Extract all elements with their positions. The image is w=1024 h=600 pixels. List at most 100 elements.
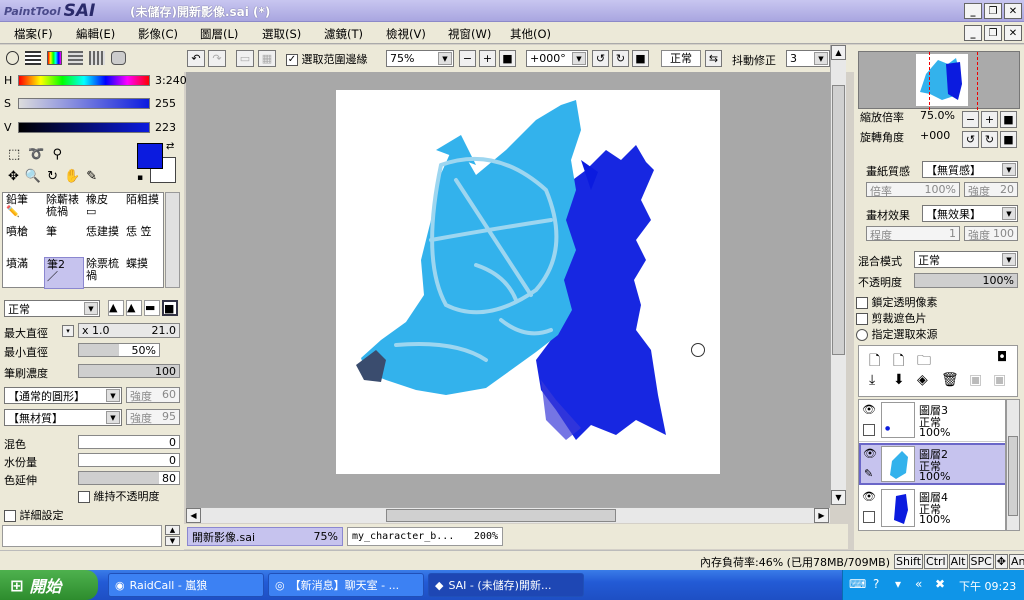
keyboard-icon[interactable]: ⌨ <box>849 577 866 591</box>
hscroll-right[interactable]: ▶ <box>814 508 829 523</box>
hscroll-thumb[interactable] <box>386 509 616 522</box>
menu-image[interactable]: 影像(C) <box>138 26 178 42</box>
layer-row[interactable]: 👁 圖層4 正常 100% <box>859 487 1005 530</box>
menu-select[interactable]: 選取(S) <box>262 26 301 42</box>
hscroll-left[interactable]: ◀ <box>186 508 201 523</box>
paper-scale-slider[interactable]: 倍率 100% <box>866 182 960 198</box>
help-icon[interactable]: ? <box>873 577 879 591</box>
deselect-button[interactable]: ▭ <box>236 50 254 67</box>
hsv-slider-icon[interactable] <box>46 51 63 65</box>
primary-color-swatch[interactable] <box>137 143 163 169</box>
canvas-hscrollbar[interactable]: ◀ ▶ <box>186 507 830 523</box>
expand-tray-icon[interactable]: « <box>915 577 922 591</box>
paper-texture-select[interactable]: 【無質感】 ▼ <box>922 161 1018 178</box>
presets-scroll-up[interactable]: ▲ <box>165 525 180 535</box>
network-icon[interactable]: ✖ <box>935 577 945 591</box>
doc-close-button[interactable]: ✕ <box>1004 25 1022 41</box>
nav-rotate-reset-button[interactable]: ■ <box>1000 131 1017 148</box>
maximize-button[interactable]: ❐ <box>984 3 1002 19</box>
delete-layer-icon[interactable]: 🗑 <box>941 372 959 388</box>
edge-preset-3-icon[interactable]: ▬ <box>144 300 160 316</box>
blend-slider[interactable]: 0 <box>78 435 180 449</box>
close-button[interactable]: ✕ <box>1004 3 1022 19</box>
paper-strength-slider[interactable]: 強度 20 <box>964 182 1018 198</box>
edge-preset-4-icon[interactable]: ■ <box>162 300 178 316</box>
vscroll-down[interactable]: ▼ <box>831 490 846 505</box>
zoom-in-button[interactable]: + <box>479 50 496 67</box>
menu-filter[interactable]: 濾鏡(T) <box>324 26 363 42</box>
canvas-blend-mode[interactable]: 正常 <box>661 50 701 67</box>
new-folder-icon[interactable]: 🗀 <box>917 350 931 374</box>
rotate-right-button[interactable]: ↻ <box>612 50 629 67</box>
effect-strength-slider[interactable]: 強度 100 <box>964 226 1018 242</box>
brush-size-presets[interactable] <box>2 525 162 547</box>
navigator-preview[interactable] <box>858 51 1020 110</box>
density-slider[interactable]: 100 <box>78 364 180 378</box>
edge-preset-1-icon[interactable]: ▲ <box>108 300 124 316</box>
size-multiplier-dropdown[interactable]: ▾ <box>62 325 74 337</box>
tray-arrow-icon[interactable]: ▾ <box>895 577 901 591</box>
canvas-vscrollbar[interactable]: ▲ ▼ <box>830 45 846 505</box>
saturation-slider[interactable] <box>18 98 150 109</box>
presets-scroll-down[interactable]: ▼ <box>165 536 180 546</box>
menu-view[interactable]: 檢視(V) <box>386 26 426 42</box>
brush-mode-select[interactable]: 正常 ▼ <box>4 300 100 317</box>
menu-file[interactable]: 檔案(F) <box>14 26 53 42</box>
merge-down-icon[interactable]: ⬇ <box>893 372 905 388</box>
lock-transparency-checkbox[interactable]: 鎖定透明像素 <box>856 294 938 310</box>
new-layer-icon[interactable]: 🗋 <box>869 350 880 374</box>
zoom-icon[interactable]: 🔍 <box>25 169 41 184</box>
menu-window[interactable]: 視窗(W) <box>448 26 491 42</box>
effect-width-slider[interactable]: 程度 1 <box>866 226 960 242</box>
canvas-viewport[interactable] <box>186 72 830 508</box>
doc-minimize-button[interactable]: _ <box>964 25 982 41</box>
max-size-slider[interactable]: x 1.0 21.0 <box>78 323 180 338</box>
layer-list-scrollbar[interactable] <box>1006 399 1020 531</box>
swap-colors-icon[interactable]: ⇄ <box>166 141 174 152</box>
swatch-icon[interactable] <box>68 51 84 65</box>
layer-lock-icon[interactable] <box>863 424 875 436</box>
visibility-eye-icon[interactable]: 👁 <box>862 403 876 416</box>
edge-preset-2-icon[interactable]: ▲ <box>126 300 142 316</box>
selection-edge-checkbox[interactable]: ✓ 選取范圍邊緣 <box>286 51 368 67</box>
hand-icon[interactable]: ✋ <box>64 169 80 184</box>
nav-rotate-right-button[interactable]: ↻ <box>981 131 998 148</box>
transparent-color-icon[interactable]: ▪ <box>137 173 143 183</box>
zoom-out-button[interactable]: − <box>459 50 476 67</box>
vscroll-thumb[interactable] <box>832 85 845 355</box>
mixer-icon[interactable] <box>110 51 126 65</box>
nav-zoom-out-button[interactable]: − <box>962 111 979 128</box>
nav-zoom-reset-button[interactable]: ■ <box>1000 111 1017 128</box>
value-slider[interactable] <box>18 122 150 133</box>
tool-brush[interactable]: 恁 笠 <box>124 225 164 257</box>
tool-pen[interactable]: 筆 <box>44 225 84 257</box>
flip-button[interactable]: ⇆ <box>705 50 722 67</box>
tool-blur[interactable]: 除蘄裱梳禍 <box>44 193 84 225</box>
minimize-button[interactable]: _ <box>964 3 982 19</box>
start-button[interactable]: ⊞ 開始 <box>0 570 98 600</box>
canvas-paper[interactable] <box>336 90 720 474</box>
hue-slider[interactable] <box>18 75 150 86</box>
scratchpad-icon[interactable] <box>89 51 105 65</box>
tool-airbrush[interactable]: 噴槍 <box>4 225 44 257</box>
tool-eraser[interactable]: 橡皮 ▭ <box>84 193 124 225</box>
persistence-slider[interactable]: 80 <box>78 471 180 485</box>
new-linework-layer-icon[interactable]: 🗋 <box>893 350 904 374</box>
invert-selection-button[interactable]: ▦ <box>258 50 276 67</box>
task-chrome[interactable]: ◎ 【新消息】聊天室 - ... <box>268 573 424 597</box>
rgb-slider-icon[interactable] <box>25 51 41 65</box>
tool-blend[interactable]: 蝶摸 <box>124 257 164 289</box>
menu-layer[interactable]: 圖層(L) <box>200 26 238 42</box>
layer-lock-icon[interactable] <box>863 511 875 523</box>
doc-restore-button[interactable]: ❐ <box>984 25 1002 41</box>
vscroll-up[interactable]: ▲ <box>831 45 846 60</box>
stabilizer-select[interactable]: 3 ▼ <box>786 50 830 67</box>
canvas-tab-1[interactable]: 開新影像.sai 75% <box>187 527 343 546</box>
zoom-reset-button[interactable]: ■ <box>499 50 516 67</box>
tool-pencil[interactable]: 鉛筆 ✏️ <box>4 193 44 225</box>
nav-rotate-left-button[interactable]: ↺ <box>962 131 979 148</box>
pen-edit-icon[interactable]: ✎ <box>864 467 873 480</box>
selection-source-radio[interactable]: 指定選取來源 <box>856 326 938 342</box>
task-sai[interactable]: ◆ SAI - (未儲存)開新... <box>428 573 584 597</box>
visibility-eye-icon[interactable]: 👁 <box>862 490 876 503</box>
